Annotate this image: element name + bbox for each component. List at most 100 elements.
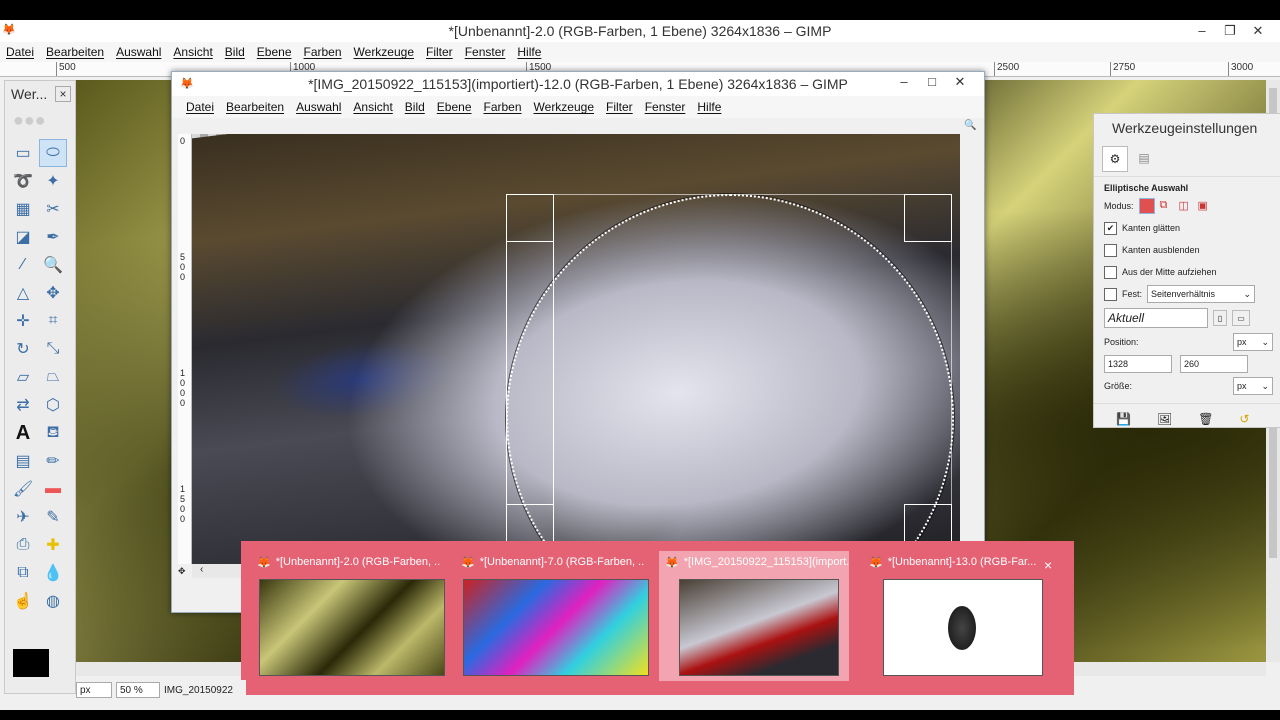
bucket-fill-icon[interactable]: ⛾ <box>39 419 67 447</box>
measure-icon[interactable]: △ <box>9 279 37 307</box>
save-options-icon[interactable]: 💾 <box>1116 412 1131 426</box>
pencil-icon[interactable]: ✏ <box>39 447 67 475</box>
rect-select-icon[interactable]: ▭ <box>9 139 37 167</box>
minimize-button[interactable]: – <box>1188 23 1216 39</box>
menu-bild[interactable]: Bild <box>219 45 251 59</box>
scissors-icon[interactable]: ✂ <box>39 195 67 223</box>
menu-filter[interactable]: Filter <box>600 100 639 114</box>
close-button[interactable]: ✕ <box>946 74 974 90</box>
mode-add-icon[interactable]: ⧉ <box>1160 199 1174 213</box>
from-center-checkbox[interactable] <box>1104 265 1117 279</box>
heal-icon[interactable]: ✚ <box>39 531 67 559</box>
menu-hilfe[interactable]: Hilfe <box>691 100 727 114</box>
crop-icon[interactable]: ⌗ <box>39 307 67 335</box>
ellipse-select-icon[interactable]: ⬭ <box>39 139 67 167</box>
position-y-input[interactable]: 260 <box>1180 355 1248 373</box>
switcher-close-button[interactable]: × <box>1044 557 1052 573</box>
restore-button[interactable]: ❐ <box>1216 23 1244 39</box>
perspective-icon[interactable]: ⏢ <box>39 363 67 391</box>
delete-options-icon[interactable]: 🗑 <box>1198 412 1213 426</box>
window-thumbnail <box>679 579 839 676</box>
menu-farben[interactable]: Farben <box>478 100 528 114</box>
unit-selector[interactable]: px <box>76 682 112 698</box>
gradient-icon[interactable]: ▤ <box>9 447 37 475</box>
zoom-icon[interactable]: 🔍 <box>39 251 67 279</box>
navigate-icon[interactable]: ✥ <box>178 566 188 576</box>
menu-fenster[interactable]: Fenster <box>639 100 692 114</box>
menu-farben[interactable]: Farben <box>298 45 348 59</box>
image-canvas[interactable] <box>192 134 960 564</box>
color-select-icon[interactable]: ▦ <box>9 195 37 223</box>
fuzzy-select-icon[interactable]: ✦ <box>39 167 67 195</box>
smudge-icon[interactable]: ☝ <box>9 587 37 615</box>
position-x-input[interactable]: 1328 <box>1104 355 1172 373</box>
switcher-item-active[interactable]: 🦊 *[IMG_20150922_115153](import... <box>659 551 849 681</box>
menu-werkzeuge[interactable]: Werkzeuge <box>528 100 600 114</box>
portrait-icon[interactable]: ▯ <box>1213 310 1227 326</box>
foreground-select-icon[interactable]: ◪ <box>9 223 37 251</box>
eraser-icon[interactable]: ▬ <box>39 475 67 503</box>
menu-filter[interactable]: Filter <box>420 45 459 59</box>
flip-icon[interactable]: ⇄ <box>9 391 37 419</box>
switcher-item[interactable]: 🦊 *[Unbenannt]-2.0 (RGB-Farben, ... <box>251 551 445 681</box>
menu-bearbeiten[interactable]: Bearbeiten <box>220 100 290 114</box>
dodge-burn-icon[interactable]: ◍ <box>39 587 67 615</box>
window-switcher: 🦊 *[Unbenannt]-2.0 (RGB-Farben, ... 🦊 *[Un… <box>241 541 1074 695</box>
reset-options-icon[interactable]: ↺ <box>1239 412 1249 426</box>
perspective-clone-icon[interactable]: ⧉ <box>9 559 37 587</box>
switcher-item[interactable]: 🦊 *[Unbenannt]-7.0 (RGB-Farben, ... <box>455 551 649 681</box>
menu-hilfe[interactable]: Hilfe <box>511 45 547 59</box>
rotate-icon[interactable]: ↻ <box>9 335 37 363</box>
mode-replace-icon[interactable] <box>1138 198 1155 214</box>
scale-icon[interactable]: ⤡ <box>39 335 67 363</box>
paths-icon[interactable]: ✒ <box>39 223 67 251</box>
feather-checkbox[interactable] <box>1104 243 1117 257</box>
size-label: Größe: <box>1104 381 1133 391</box>
minimize-button[interactable]: – <box>890 74 918 90</box>
menu-datei[interactable]: Datei <box>180 100 220 114</box>
foreground-color-swatch[interactable] <box>13 649 49 677</box>
switcher-item[interactable]: 🦊 *[Unbenannt]-13.0 (RGB-Far... <box>863 551 1053 681</box>
menu-ansicht[interactable]: Ansicht <box>167 45 218 59</box>
landscape-icon[interactable]: ▭ <box>1232 310 1250 326</box>
mode-intersect-icon[interactable]: ▣ <box>1198 199 1212 213</box>
toolbox-close-button[interactable]: × <box>55 86 71 102</box>
shear-icon[interactable]: ▱ <box>9 363 37 391</box>
move-icon[interactable]: ✥ <box>39 279 67 307</box>
maximize-button[interactable]: □ <box>918 74 946 90</box>
menu-werkzeuge[interactable]: Werkzeuge <box>348 45 420 59</box>
close-button[interactable]: ✕ <box>1244 23 1272 39</box>
tool-options-tab-icon[interactable]: ⚙ <box>1102 146 1128 172</box>
zoom-toggle-icon[interactable]: 🔍 <box>964 120 976 132</box>
blur-icon[interactable]: 💧 <box>39 559 67 587</box>
airbrush-icon[interactable]: ✈ <box>9 503 37 531</box>
text-icon[interactable]: A <box>9 419 37 447</box>
antialias-checkbox[interactable]: ✔ <box>1104 221 1117 235</box>
menu-ansicht[interactable]: Ansicht <box>347 100 398 114</box>
menu-datei[interactable]: Datei <box>0 45 40 59</box>
fixed-checkbox[interactable] <box>1104 287 1117 301</box>
menu-ebene[interactable]: Ebene <box>431 100 478 114</box>
size-unit-dropdown[interactable]: px ⌄ <box>1233 377 1273 395</box>
menu-bearbeiten[interactable]: Bearbeiten <box>40 45 110 59</box>
scroll-left-arrow[interactable]: ‹ <box>200 564 203 575</box>
menu-ebene[interactable]: Ebene <box>251 45 298 59</box>
cage-icon[interactable]: ⬡ <box>39 391 67 419</box>
current-ratio-field[interactable]: Aktuell <box>1104 308 1208 328</box>
clone-icon[interactable]: ⎙ <box>9 531 37 559</box>
device-status-tab-icon[interactable]: ▤ <box>1132 146 1156 170</box>
align-icon[interactable]: ✛ <box>9 307 37 335</box>
fixed-dropdown[interactable]: Seitenverhältnis ⌄ <box>1147 285 1256 303</box>
restore-options-icon[interactable]: 🖼 <box>1157 412 1172 426</box>
lasso-icon[interactable]: ➰ <box>9 167 37 195</box>
menu-auswahl[interactable]: Auswahl <box>110 45 167 59</box>
mode-subtract-icon[interactable]: ◫ <box>1179 199 1193 213</box>
menu-auswahl[interactable]: Auswahl <box>290 100 347 114</box>
position-unit-dropdown[interactable]: px ⌄ <box>1233 333 1273 351</box>
menu-bild[interactable]: Bild <box>399 100 431 114</box>
paintbrush-icon[interactable]: 🖌 <box>9 475 37 503</box>
color-picker-icon[interactable]: ⁄ <box>9 251 37 279</box>
menu-fenster[interactable]: Fenster <box>459 45 512 59</box>
ink-icon[interactable]: ✎ <box>39 503 67 531</box>
zoom-selector[interactable]: 50 % <box>116 682 160 698</box>
